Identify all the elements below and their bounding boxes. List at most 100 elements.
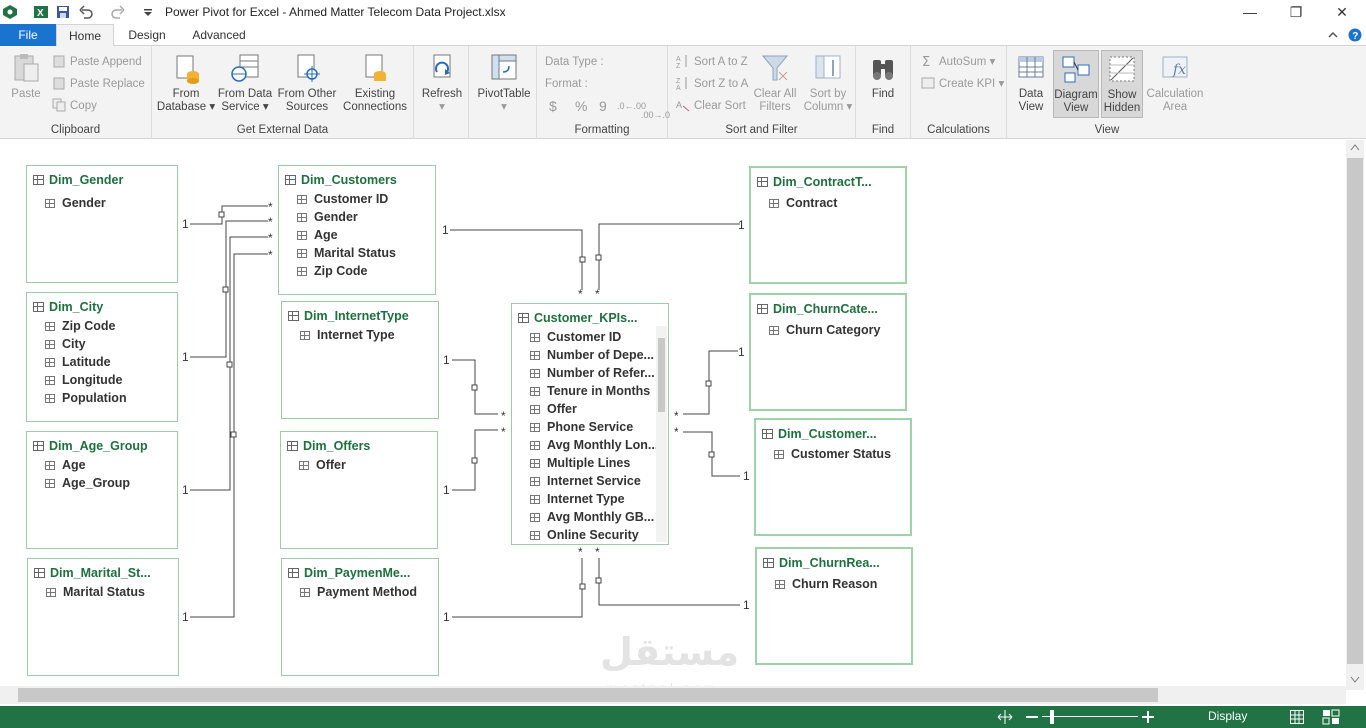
table-header[interactable]: Dim_ChurnCate...	[757, 302, 878, 318]
calculation-area-button[interactable]: fx Calculation Area	[1145, 52, 1205, 114]
diagram-mode-icon[interactable]	[1322, 709, 1340, 725]
table-header[interactable]: Dim_Customer...	[762, 427, 877, 443]
table-dim-payment-method[interactable]: Dim_PaymenMe... Payment Method	[281, 558, 439, 676]
zoom-in-icon[interactable]	[1142, 711, 1154, 723]
save-icon[interactable]	[55, 4, 71, 20]
autosum-button[interactable]: Σ AutoSum ▾	[921, 53, 995, 71]
column-item[interactable]: Age	[45, 458, 86, 472]
show-hidden-button[interactable]: Show Hidden	[1101, 50, 1143, 118]
tab-file[interactable]: File	[0, 24, 56, 46]
column-item[interactable]: Internet Type	[300, 328, 395, 342]
table-header[interactable]: Dim_ContractT...	[757, 175, 872, 191]
tab-design[interactable]: Design	[118, 24, 176, 46]
help-icon[interactable]: ?	[1348, 28, 1362, 42]
table-dim-contract-type[interactable]: Dim_ContractT... Contract	[749, 166, 907, 284]
column-item[interactable]: Age	[297, 228, 338, 242]
currency-button[interactable]: $	[549, 97, 557, 115]
column-item[interactable]: Age_Group	[45, 476, 130, 490]
table-header[interactable]: Customer_KPIs...	[518, 311, 638, 327]
horizontal-scroll-thumb[interactable]	[18, 688, 1158, 702]
column-item[interactable]: Number of Depe...	[530, 348, 654, 362]
table-header[interactable]: Dim_City	[33, 300, 103, 316]
table-scrollbar[interactable]	[656, 326, 667, 542]
zoom-slider-thumb[interactable]	[1050, 710, 1054, 724]
zoom-out-icon[interactable]	[1026, 716, 1038, 719]
sort-by-column-button[interactable]: Sort by Column ▾	[802, 52, 854, 114]
column-item[interactable]: Marital Status	[46, 585, 145, 599]
column-item[interactable]: Internet Service	[530, 474, 641, 488]
column-item[interactable]: Avg Monthly GB...	[530, 510, 654, 524]
from-database-button[interactable]: From Database ▾	[156, 52, 216, 114]
paste-replace-button[interactable]: Paste Replace	[52, 75, 145, 93]
column-item[interactable]: Population	[45, 391, 127, 405]
restore-button[interactable]: ❐	[1276, 2, 1316, 22]
column-item[interactable]: Customer ID	[297, 192, 388, 206]
column-item[interactable]: Offer	[530, 402, 577, 416]
format-dropdown[interactable]: Format :	[545, 75, 588, 93]
column-item[interactable]: City	[45, 337, 86, 351]
horizontal-scrollbar[interactable]	[0, 686, 1346, 704]
table-dim-customer-status[interactable]: Dim_Customer... Customer Status	[754, 418, 912, 536]
sort-z-a-button[interactable]: Z A Sort Z to A	[676, 75, 748, 93]
column-item[interactable]: Churn Category	[769, 323, 880, 337]
column-item[interactable]: Contract	[769, 196, 837, 210]
column-item[interactable]: Offer	[299, 458, 346, 472]
table-dim-offers[interactable]: Dim_Offers Offer	[280, 431, 438, 549]
table-dim-marital-status[interactable]: Dim_Marital_St... Marital Status	[27, 558, 179, 676]
table-dim-age-group[interactable]: Dim_Age_Group Age Age_Group	[26, 431, 178, 549]
existing-connections-button[interactable]: Existing Connections	[340, 52, 410, 114]
tab-home[interactable]: Home	[56, 24, 114, 47]
pivottable-button[interactable]: PivotTable ▾	[473, 52, 535, 114]
fit-to-screen-icon[interactable]	[996, 709, 1014, 725]
column-item[interactable]: Multiple Lines	[530, 456, 630, 470]
scroll-up-icon[interactable]	[1350, 143, 1360, 151]
scroll-down-icon[interactable]	[1350, 676, 1360, 684]
minimize-button[interactable]: —	[1230, 2, 1270, 22]
column-item[interactable]: Customer Status	[774, 447, 891, 461]
column-item[interactable]: Zip Code	[297, 264, 367, 278]
copy-button[interactable]: Copy	[52, 97, 97, 115]
paste-append-button[interactable]: Paste Append	[52, 53, 142, 71]
column-item[interactable]: Churn Reason	[775, 577, 877, 591]
column-item[interactable]: Longitude	[45, 373, 122, 387]
table-scroll-thumb[interactable]	[658, 338, 665, 412]
excel-icon[interactable]: X	[33, 4, 49, 20]
table-customer-kpis[interactable]: Customer_KPIs... Customer ID Number of D…	[511, 303, 669, 545]
tab-advanced[interactable]: Advanced	[184, 24, 254, 46]
column-item[interactable]: Tenure in Months	[530, 384, 650, 398]
grid-view-icon[interactable]	[1290, 710, 1304, 724]
sort-a-z-button[interactable]: A Z Sort A to Z	[676, 53, 748, 71]
table-header[interactable]: Dim_Gender	[33, 173, 123, 189]
create-kpi-button[interactable]: Create KPI ▾	[921, 75, 1004, 93]
column-item[interactable]: Marital Status	[297, 246, 396, 260]
table-header[interactable]: Dim_Age_Group	[33, 439, 148, 455]
paste-button[interactable]: Paste	[6, 52, 46, 101]
data-view-button[interactable]: Data View	[1011, 52, 1051, 114]
column-item[interactable]: Phone Service	[530, 420, 633, 434]
table-dim-customers[interactable]: Dim_Customers Customer ID Gender Age Mar…	[278, 165, 436, 295]
column-item[interactable]: Online Security	[530, 528, 639, 542]
undo-icon[interactable]	[78, 4, 94, 20]
table-header[interactable]: Dim_Offers	[287, 439, 370, 455]
collapse-ribbon-icon[interactable]	[1326, 28, 1340, 42]
table-header[interactable]: Dim_Marital_St...	[34, 566, 151, 582]
vertical-scrollbar[interactable]	[1346, 140, 1364, 690]
comma-style-button[interactable]: 9	[599, 97, 607, 115]
refresh-button[interactable]: Refresh ▾	[418, 52, 466, 114]
redo-icon[interactable]	[110, 4, 126, 20]
diagram-canvas[interactable]: 1 1 1 1 * * * * 1 * * 1 1 * * 1 1 * * 1 …	[0, 140, 1366, 706]
table-header[interactable]: Dim_PaymenMe...	[288, 566, 410, 582]
data-type-dropdown[interactable]: Data Type :	[545, 53, 604, 71]
table-header[interactable]: Dim_Customers	[285, 173, 397, 189]
from-data-service-button[interactable]: From Data Service ▾	[216, 52, 274, 114]
find-button[interactable]: Find	[862, 52, 904, 101]
column-item[interactable]: Customer ID	[530, 330, 621, 344]
table-dim-internet-type[interactable]: Dim_InternetType Internet Type	[281, 301, 439, 419]
from-other-sources-button[interactable]: From Other Sources	[274, 52, 340, 114]
column-item[interactable]: Latitude	[45, 355, 111, 369]
decrease-decimal-button[interactable]: .00→.0	[641, 110, 670, 120]
column-item[interactable]: Payment Method	[300, 585, 417, 599]
percent-button[interactable]: %	[575, 97, 587, 115]
vertical-scroll-thumb[interactable]	[1347, 158, 1363, 664]
column-item[interactable]: Avg Monthly Lon...	[530, 438, 658, 452]
